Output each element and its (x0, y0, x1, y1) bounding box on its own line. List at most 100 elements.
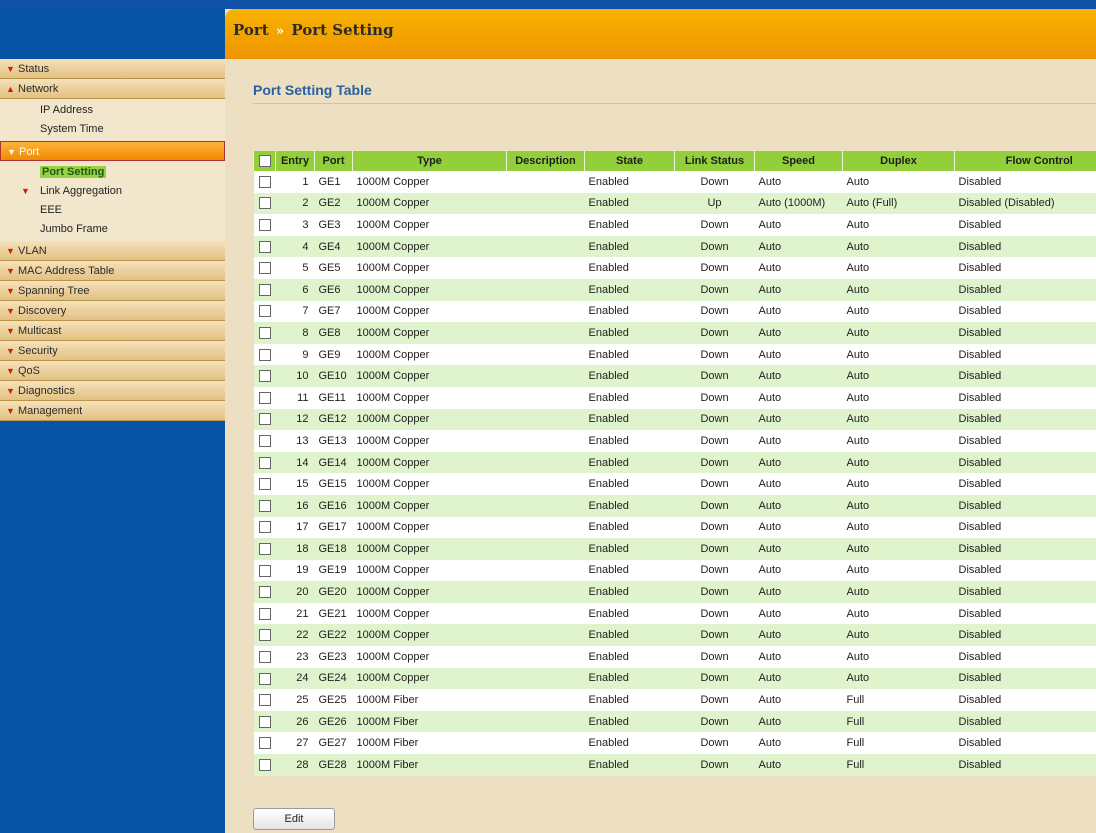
row-checkbox[interactable] (258, 607, 271, 620)
row-checkbox[interactable] (258, 694, 271, 707)
cell-flow-control: Disabled (954, 451, 1096, 474)
nav-ip-address[interactable]: IP Address (0, 101, 225, 120)
table-row: 11 GE11 1000M Copper Enabled Down Auto Auto Dis… (253, 386, 1096, 409)
select-all-checkbox[interactable] (258, 155, 271, 168)
row-checkbox[interactable] (258, 391, 271, 404)
row-checkbox[interactable] (258, 283, 271, 296)
cell-entry: 6 (275, 278, 315, 301)
row-checkbox[interactable] (258, 715, 271, 728)
cell-port: GE9 (314, 343, 353, 366)
row-checkbox[interactable] (258, 499, 271, 512)
nav-status[interactable]: ▼ Status (0, 59, 225, 79)
cell-state: Enabled (584, 386, 675, 409)
cell-type: 1000M Fiber (352, 710, 507, 733)
cell-port: GE25 (314, 689, 353, 711)
cell-speed: Auto (754, 408, 843, 431)
cell-state: Enabled (584, 646, 675, 668)
nav-spanning-tree[interactable]: ▼ Spanning Tree (0, 281, 225, 301)
cell-type: 1000M Copper (352, 192, 507, 215)
row-checkbox[interactable] (258, 175, 271, 188)
row-checkbox[interactable] (258, 197, 271, 210)
row-select-cell (253, 451, 276, 474)
row-checkbox[interactable] (258, 262, 271, 275)
cell-type: 1000M Copper (352, 667, 507, 690)
nav-port[interactable]: ▼ Port (0, 141, 225, 161)
row-checkbox[interactable] (258, 586, 271, 599)
cell-port: GE16 (314, 494, 353, 517)
row-select-cell (253, 430, 276, 452)
nav-management[interactable]: ▼ Management (0, 401, 225, 421)
cell-state: Enabled (584, 689, 675, 711)
edit-button[interactable]: Edit (253, 808, 335, 830)
cell-state: Enabled (584, 214, 675, 236)
cell-link-status: Down (674, 581, 755, 603)
cell-type: 1000M Copper (352, 343, 507, 366)
cell-entry: 28 (275, 754, 315, 776)
row-checkbox[interactable] (258, 456, 271, 469)
row-checkbox[interactable] (258, 564, 271, 577)
nav-diagnostics[interactable]: ▼ Diagnostics (0, 381, 225, 401)
row-checkbox[interactable] (258, 434, 271, 447)
nav-network[interactable]: ▲ Network (0, 79, 225, 99)
table-row: 3 GE3 1000M Copper Enabled Down Auto Auto Disab… (253, 214, 1096, 236)
nav-mac-address-table[interactable]: ▼ MAC Address Table (0, 261, 225, 281)
nav-vlan[interactable]: ▼ VLAN (0, 241, 225, 261)
table-row: 20 GE20 1000M Copper Enabled Down Auto Auto Dis… (253, 581, 1096, 603)
cell-duplex: Auto (842, 473, 955, 495)
row-checkbox[interactable] (258, 542, 271, 555)
row-checkbox[interactable] (258, 348, 271, 361)
table-row: 17 GE17 1000M Copper Enabled Down Auto Auto Dis… (253, 516, 1096, 539)
chevron-down-icon: ▼ (6, 306, 15, 316)
table-row: 18 GE18 1000M Copper Enabled Down Auto Auto Dis… (253, 538, 1096, 560)
row-checkbox[interactable] (258, 413, 271, 426)
row-checkbox[interactable] (258, 370, 271, 383)
row-checkbox[interactable] (258, 305, 271, 318)
nav-discovery[interactable]: ▼ Discovery (0, 301, 225, 321)
row-checkbox[interactable] (258, 650, 271, 663)
row-checkbox[interactable] (258, 737, 271, 750)
row-checkbox[interactable] (258, 240, 271, 253)
cell-port: GE21 (314, 602, 353, 625)
cell-port: GE12 (314, 408, 353, 431)
cell-duplex: Full (842, 754, 955, 776)
chevron-down-icon: ▼ (6, 266, 15, 276)
cell-speed: Auto (754, 386, 843, 409)
cell-entry: 21 (275, 602, 315, 625)
nav-jumbo-frame[interactable]: Jumbo Frame (0, 220, 225, 239)
cell-description (506, 257, 585, 279)
nav-system-time[interactable]: System Time (0, 120, 225, 139)
cell-state: Enabled (584, 343, 675, 366)
table-row: 23 GE23 1000M Copper Enabled Down Auto Auto Dis… (253, 646, 1096, 668)
nav-eee[interactable]: EEE (0, 201, 225, 220)
cell-entry: 19 (275, 559, 315, 582)
row-checkbox[interactable] (258, 672, 271, 685)
row-checkbox[interactable] (258, 327, 271, 339)
nav-port-setting[interactable]: Port Setting (0, 163, 225, 182)
row-checkbox[interactable] (258, 629, 271, 642)
cell-link-status: Down (674, 646, 755, 668)
cell-type: 1000M Copper (352, 171, 507, 193)
cell-port: GE8 (314, 322, 353, 344)
cell-state: Enabled (584, 322, 675, 344)
cell-duplex: Auto (842, 322, 955, 344)
cell-flow-control: Disabled (954, 322, 1096, 344)
nav-qos[interactable]: ▼ QoS (0, 361, 225, 381)
cell-duplex: Auto (842, 300, 955, 323)
row-checkbox[interactable] (258, 478, 271, 491)
cell-port: GE19 (314, 559, 353, 582)
cell-flow-control: Disabled (954, 257, 1096, 279)
nav-multicast[interactable]: ▼ Multicast (0, 321, 225, 341)
cell-speed: Auto (754, 538, 843, 560)
row-checkbox[interactable] (258, 758, 271, 771)
cell-type: 1000M Copper (352, 646, 507, 668)
nav-link-aggregation[interactable]: ▼ Link Aggregation (0, 182, 225, 201)
cell-state: Enabled (584, 473, 675, 495)
cell-link-status: Down (674, 257, 755, 279)
cell-port: GE26 (314, 710, 353, 733)
cell-port: GE2 (314, 192, 353, 215)
nav-security[interactable]: ▼ Security (0, 341, 225, 361)
cell-flow-control: Disabled (954, 624, 1096, 647)
row-checkbox[interactable] (258, 219, 271, 232)
cell-link-status: Down (674, 365, 755, 387)
row-checkbox[interactable] (258, 521, 271, 534)
